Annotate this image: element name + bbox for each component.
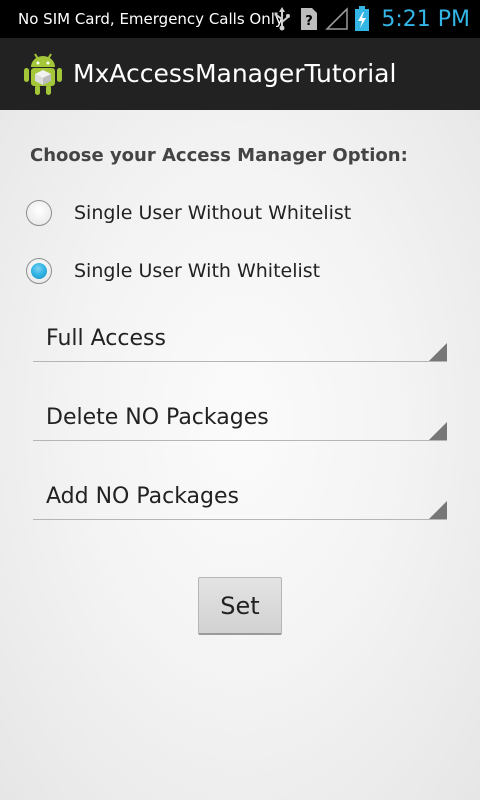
delete-packages-spinner[interactable]: Delete NO Packages	[33, 390, 447, 441]
access-level-spinner[interactable]: Full Access	[33, 311, 447, 362]
radio-label: Single User With Whitelist	[74, 260, 321, 282]
radio-button-checked[interactable]	[26, 258, 52, 284]
set-button[interactable]: Set	[198, 577, 282, 635]
carrier-status-text: No SIM Card, Emergency Calls Only	[18, 10, 284, 28]
app-title: MxAccessManagerTutorial	[73, 59, 397, 88]
clock: 5:21 PM	[381, 6, 470, 32]
status-icons: ? 5:21 PM	[269, 0, 480, 38]
dropdown-triangle-icon	[429, 501, 447, 519]
spinner-selected-value: Add NO Packages	[46, 484, 240, 509]
radio-label: Single User Without Whitelist	[74, 202, 352, 224]
action-bar: MxAccessManagerTutorial	[0, 38, 480, 112]
radio-button-unchecked[interactable]	[26, 200, 52, 226]
main-content: Choose your Access Manager Option: Singl…	[0, 110, 480, 800]
svg-text:?: ?	[306, 14, 314, 29]
spinner-selected-value: Delete NO Packages	[46, 405, 269, 430]
dropdown-triangle-icon	[429, 422, 447, 440]
radio-single-user-with-whitelist[interactable]: Single User With Whitelist	[24, 254, 320, 288]
status-bar: No SIM Card, Emergency Calls Only ? 5:21…	[0, 0, 480, 38]
signal-icon	[323, 7, 351, 31]
option-prompt: Choose your Access Manager Option:	[30, 145, 408, 166]
spinner-selected-value: Full Access	[46, 326, 166, 351]
no-sim-icon: ?	[295, 6, 323, 32]
battery-charging-icon	[351, 6, 373, 32]
android-icon	[22, 52, 64, 96]
radio-single-user-without-whitelist[interactable]: Single User Without Whitelist	[24, 196, 351, 230]
usb-icon	[269, 7, 295, 31]
dropdown-triangle-icon	[429, 343, 447, 361]
add-packages-spinner[interactable]: Add NO Packages	[33, 469, 447, 520]
